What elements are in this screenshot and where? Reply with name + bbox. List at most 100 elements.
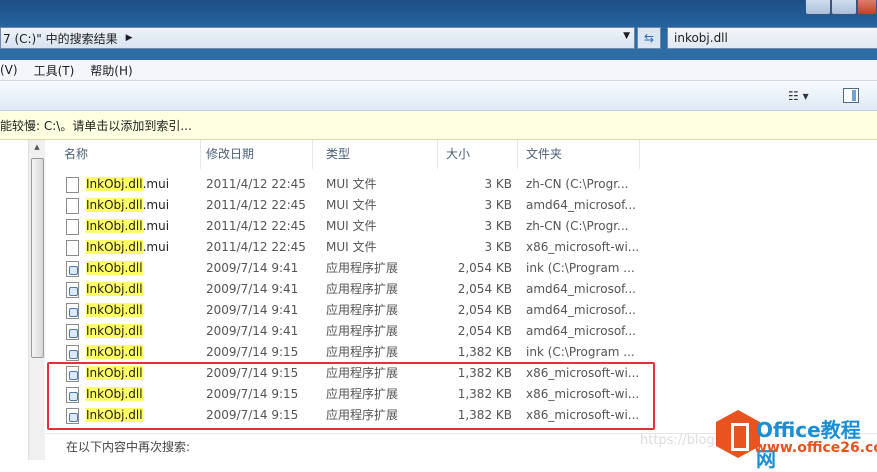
dll-file-icon: [66, 261, 79, 277]
file-ext: .mui: [142, 240, 170, 254]
file-date: 2009/7/14 9:15: [206, 345, 299, 359]
file-folder: ink (C:\Program ...: [526, 345, 635, 359]
file-row[interactable]: InkObj.dll 2009/7/14 9:15 应用程序扩展 1,382 K…: [46, 342, 636, 363]
file-name: InkObj.dll: [86, 279, 143, 300]
file-row[interactable]: InkObj.dll 2009/7/14 9:41 应用程序扩展 2,054 K…: [46, 321, 636, 342]
file-name: InkObj.dll.mui: [86, 195, 169, 216]
file-size: 2,054 KB: [457, 303, 512, 317]
view-options-icon[interactable]: ☷ ▾: [788, 89, 809, 103]
search-input[interactable]: inkobj.dll: [667, 27, 877, 49]
match-highlight: InkObj.dll: [86, 198, 143, 212]
file-row[interactable]: InkObj.dll 2009/7/14 9:41 应用程序扩展 2,054 K…: [46, 300, 636, 321]
match-highlight: InkObj.dll: [86, 177, 143, 191]
file-ext: .mui: [142, 177, 170, 191]
column-type[interactable]: 类型: [318, 140, 438, 169]
file-name: InkObj.dll.mui: [86, 237, 169, 258]
file-icon: [66, 198, 79, 214]
vertical-scrollbar[interactable]: ▲: [28, 140, 45, 460]
file-type: 应用程序扩展: [326, 261, 399, 275]
file-type: MUI 文件: [326, 219, 377, 233]
file-folder: amd64_microsof...: [526, 282, 636, 296]
column-size[interactable]: 大小: [438, 140, 518, 169]
file-date: 2011/4/12 22:45: [206, 219, 306, 233]
file-icon: [66, 177, 79, 193]
file-size: 3 KB: [484, 198, 512, 212]
file-name: InkObj.dll: [86, 300, 143, 321]
file-icon: [66, 219, 79, 235]
file-size: 2,054 KB: [457, 324, 512, 338]
file-type: 应用程序扩展: [326, 303, 399, 317]
file-folder: ink (C:\Program ...: [526, 261, 635, 275]
file-row[interactable]: InkObj.dll.mui 2011/4/12 22:45 MUI 文件 3 …: [46, 237, 640, 258]
file-type: MUI 文件: [326, 177, 377, 191]
column-name[interactable]: 名称: [56, 140, 201, 169]
index-info-bar[interactable]: 能较慢: C:\。请单击以添加到索引...: [0, 112, 877, 140]
maximize-button[interactable]: [831, 0, 857, 15]
preview-pane-icon[interactable]: [843, 88, 859, 103]
file-size: 3 KB: [484, 177, 512, 191]
file-date: 2009/7/14 9:41: [206, 282, 299, 296]
title-bar: 7 (C:)" 中的搜索结果 ▶ ▼ ⇆ inkobj.dll: [0, 0, 877, 60]
file-name: InkObj.dll: [86, 342, 143, 363]
watermark-site: www.office26.com: [754, 440, 877, 456]
file-row[interactable]: InkObj.dll 2009/7/14 9:41 应用程序扩展 2,054 K…: [46, 279, 636, 300]
match-highlight: InkObj.dll: [86, 282, 143, 296]
dll-file-icon: [66, 345, 79, 361]
file-ext: .mui: [142, 198, 170, 212]
file-name: InkObj.dll.mui: [86, 216, 169, 237]
file-folder: amd64_microsof...: [526, 324, 636, 338]
file-date: 2011/4/12 22:45: [206, 198, 306, 212]
match-highlight: InkObj.dll: [86, 324, 143, 338]
file-date: 2009/7/14 9:41: [206, 261, 299, 275]
file-date: 2009/7/14 9:41: [206, 324, 299, 338]
file-type: 应用程序扩展: [326, 282, 399, 296]
file-folder: zh-CN (C:\Progr...: [526, 219, 629, 233]
chevron-down-icon[interactable]: ▼: [623, 31, 630, 41]
scroll-up-icon[interactable]: ▲: [29, 140, 45, 151]
file-size: 2,054 KB: [457, 261, 512, 275]
menu-view[interactable]: (V): [0, 63, 18, 77]
match-highlight: InkObj.dll: [86, 240, 143, 254]
scroll-thumb[interactable]: [31, 158, 44, 358]
file-date: 2009/7/14 9:41: [206, 303, 299, 317]
dll-file-icon: [66, 324, 79, 340]
address-bar[interactable]: 7 (C:)" 中的搜索结果 ▶ ▼: [0, 27, 635, 49]
menu-help[interactable]: 帮助(H): [90, 62, 132, 79]
toolbar: ☷ ▾: [0, 81, 877, 111]
highlight-box: [47, 362, 655, 430]
dll-file-icon: [66, 282, 79, 298]
file-type: MUI 文件: [326, 240, 377, 254]
menu-tools[interactable]: 工具(T): [34, 62, 75, 79]
file-name: InkObj.dll: [86, 321, 143, 342]
file-size: 2,054 KB: [457, 282, 512, 296]
file-row[interactable]: InkObj.dll.mui 2011/4/12 22:45 MUI 文件 3 …: [46, 216, 636, 237]
match-highlight: InkObj.dll: [86, 261, 143, 275]
dll-file-icon: [66, 303, 79, 319]
close-button[interactable]: [857, 0, 877, 15]
column-folder[interactable]: 文件夹: [518, 140, 640, 169]
file-date: 2011/4/12 22:45: [206, 240, 306, 254]
minimize-button[interactable]: [805, 0, 831, 15]
file-row[interactable]: InkObj.dll.mui 2011/4/12 22:45 MUI 文件 3 …: [46, 195, 636, 216]
watermark-url: https://blog: [640, 433, 715, 448]
menu-bar: (V) 工具(T) 帮助(H): [0, 60, 877, 81]
file-icon: [66, 240, 79, 256]
match-highlight: InkObj.dll: [86, 219, 143, 233]
file-size: 3 KB: [484, 240, 512, 254]
file-date: 2011/4/12 22:45: [206, 177, 306, 191]
breadcrumb-arrow-icon[interactable]: ▶: [126, 33, 133, 43]
file-name: InkObj.dll: [86, 258, 143, 279]
column-date[interactable]: 修改日期: [198, 140, 313, 169]
file-name: InkObj.dll.mui: [86, 174, 169, 195]
file-row[interactable]: InkObj.dll 2009/7/14 9:41 应用程序扩展 2,054 K…: [46, 258, 636, 279]
file-type: 应用程序扩展: [326, 324, 399, 338]
address-path: 7 (C:)" 中的搜索结果: [3, 31, 118, 46]
refresh-button[interactable]: ⇆: [637, 27, 661, 49]
file-row[interactable]: InkObj.dll.mui 2011/4/12 22:45 MUI 文件 3 …: [46, 174, 636, 195]
file-folder: x86_microsoft-wi...: [526, 240, 640, 254]
match-highlight: InkObj.dll: [86, 345, 143, 359]
column-header: 名称 修改日期 类型 大小 文件夹: [46, 140, 646, 169]
file-folder: amd64_microsof...: [526, 303, 636, 317]
file-folder: zh-CN (C:\Progr...: [526, 177, 629, 191]
file-size: 3 KB: [484, 219, 512, 233]
